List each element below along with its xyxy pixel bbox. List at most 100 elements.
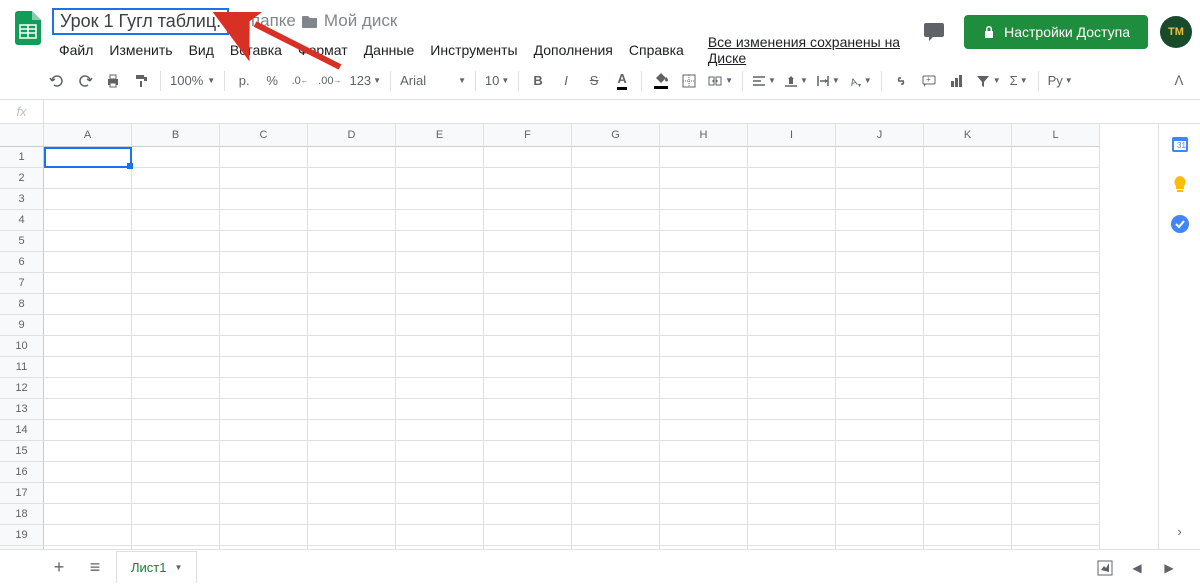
cell[interactable] bbox=[44, 357, 132, 378]
col-header[interactable]: G bbox=[572, 124, 660, 147]
cell[interactable] bbox=[660, 231, 748, 252]
cell[interactable] bbox=[836, 315, 924, 336]
row-header[interactable]: 13 bbox=[0, 399, 44, 420]
cell[interactable] bbox=[924, 315, 1012, 336]
cell[interactable] bbox=[308, 189, 396, 210]
cell[interactable] bbox=[396, 546, 484, 549]
cell[interactable] bbox=[484, 378, 572, 399]
row-header[interactable]: 18 bbox=[0, 504, 44, 525]
cell[interactable] bbox=[836, 462, 924, 483]
cell[interactable] bbox=[924, 189, 1012, 210]
row-header[interactable]: 10 bbox=[0, 336, 44, 357]
cell[interactable] bbox=[308, 168, 396, 189]
cell[interactable] bbox=[836, 231, 924, 252]
tasks-addon-icon[interactable] bbox=[1170, 214, 1190, 234]
cell[interactable] bbox=[748, 168, 836, 189]
text-rotation-button[interactable]: A▼ bbox=[845, 68, 875, 94]
cell[interactable] bbox=[44, 231, 132, 252]
cell[interactable] bbox=[132, 483, 220, 504]
cell[interactable] bbox=[132, 357, 220, 378]
italic-button[interactable]: I bbox=[553, 68, 579, 94]
cell[interactable] bbox=[660, 504, 748, 525]
cell[interactable] bbox=[484, 483, 572, 504]
cell[interactable] bbox=[748, 378, 836, 399]
cell[interactable] bbox=[924, 210, 1012, 231]
cell[interactable] bbox=[572, 525, 660, 546]
cell[interactable] bbox=[308, 357, 396, 378]
filter-button[interactable]: ▼ bbox=[972, 68, 1004, 94]
cell[interactable] bbox=[836, 483, 924, 504]
select-all-corner[interactable] bbox=[0, 124, 44, 147]
cell[interactable] bbox=[484, 546, 572, 549]
cell[interactable] bbox=[44, 336, 132, 357]
cell[interactable] bbox=[748, 462, 836, 483]
cell[interactable] bbox=[836, 399, 924, 420]
cell[interactable] bbox=[572, 252, 660, 273]
cell[interactable] bbox=[836, 252, 924, 273]
cell[interactable] bbox=[44, 315, 132, 336]
cell[interactable] bbox=[484, 504, 572, 525]
cell[interactable] bbox=[748, 525, 836, 546]
explore-button[interactable] bbox=[1090, 553, 1120, 583]
collapse-toolbar-button[interactable]: ᐱ bbox=[1166, 68, 1192, 94]
row-header[interactable]: 2 bbox=[0, 168, 44, 189]
folder-location[interactable]: в папке Мой диск bbox=[237, 11, 397, 31]
cell[interactable] bbox=[836, 189, 924, 210]
cell[interactable] bbox=[1012, 420, 1100, 441]
decrease-decimal-button[interactable]: .0← bbox=[287, 68, 313, 94]
cell[interactable] bbox=[924, 420, 1012, 441]
cell[interactable] bbox=[836, 546, 924, 549]
side-panel-toggle[interactable]: › bbox=[1177, 524, 1181, 539]
cell[interactable] bbox=[660, 147, 748, 168]
cell[interactable] bbox=[836, 504, 924, 525]
cell[interactable] bbox=[572, 483, 660, 504]
cell[interactable] bbox=[572, 336, 660, 357]
cell[interactable] bbox=[748, 357, 836, 378]
cell[interactable] bbox=[132, 252, 220, 273]
cell[interactable] bbox=[1012, 189, 1100, 210]
col-header[interactable]: C bbox=[220, 124, 308, 147]
cell[interactable] bbox=[44, 525, 132, 546]
row-header[interactable]: 20 bbox=[0, 546, 44, 549]
cell[interactable] bbox=[220, 210, 308, 231]
cell[interactable] bbox=[132, 441, 220, 462]
cell[interactable] bbox=[572, 294, 660, 315]
cell[interactable] bbox=[1012, 357, 1100, 378]
more-formats-button[interactable]: 123▼ bbox=[346, 68, 384, 94]
cell[interactable] bbox=[484, 315, 572, 336]
cell[interactable] bbox=[836, 441, 924, 462]
strikethrough-button[interactable]: S bbox=[581, 68, 607, 94]
input-language-button[interactable]: Ру▼ bbox=[1045, 68, 1076, 94]
cell[interactable] bbox=[1012, 525, 1100, 546]
cell[interactable] bbox=[484, 294, 572, 315]
cell[interactable] bbox=[660, 336, 748, 357]
menu-addons[interactable]: Дополнения bbox=[527, 38, 620, 62]
cell[interactable] bbox=[572, 168, 660, 189]
cell[interactable] bbox=[924, 357, 1012, 378]
cell[interactable] bbox=[396, 294, 484, 315]
menu-view[interactable]: Вид bbox=[182, 38, 221, 62]
cell[interactable] bbox=[308, 231, 396, 252]
cell[interactable] bbox=[44, 168, 132, 189]
cell[interactable] bbox=[308, 336, 396, 357]
font-family-dropdown[interactable]: Arial▼ bbox=[397, 68, 469, 94]
percent-button[interactable]: % bbox=[259, 68, 285, 94]
cell[interactable] bbox=[836, 273, 924, 294]
cell[interactable] bbox=[924, 441, 1012, 462]
row-header[interactable]: 3 bbox=[0, 189, 44, 210]
cell[interactable] bbox=[660, 462, 748, 483]
col-header[interactable]: K bbox=[924, 124, 1012, 147]
cell[interactable] bbox=[44, 210, 132, 231]
cell[interactable] bbox=[44, 189, 132, 210]
cell[interactable] bbox=[308, 441, 396, 462]
cell[interactable] bbox=[660, 525, 748, 546]
cell[interactable] bbox=[396, 336, 484, 357]
cell[interactable] bbox=[572, 357, 660, 378]
cell[interactable] bbox=[924, 546, 1012, 549]
cell[interactable] bbox=[484, 420, 572, 441]
cell[interactable] bbox=[132, 189, 220, 210]
cell[interactable] bbox=[660, 378, 748, 399]
cell[interactable] bbox=[572, 189, 660, 210]
row-header[interactable]: 6 bbox=[0, 252, 44, 273]
col-header[interactable]: I bbox=[748, 124, 836, 147]
